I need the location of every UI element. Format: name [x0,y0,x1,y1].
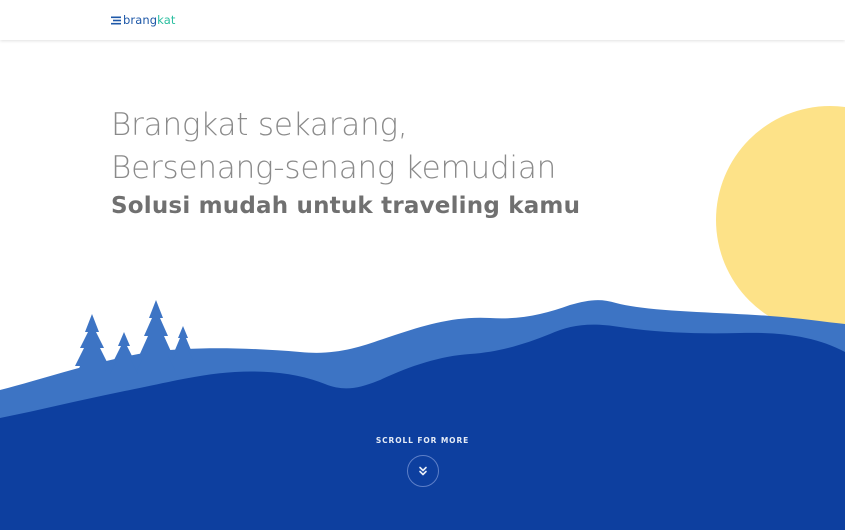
brand-wordmark-accent: kat [157,13,176,27]
menu-lines-icon [111,16,121,24]
double-chevron-down-icon [418,466,427,476]
hero-text-block: Brangkat sekarang, Bersenang-senang kemu… [111,104,580,222]
sun-shape [716,106,845,334]
pine-tree-4 [173,326,193,360]
pine-tree-2 [110,332,138,374]
brand-wordmark: brangkat [123,13,176,27]
scroll-down-button[interactable] [406,455,439,487]
brand-logo[interactable]: brangkat [111,11,176,29]
hero-headline-line1: Brangkat sekarang, [111,107,408,143]
hero-subtitle: Solusi mudah untuk traveling kamu [111,193,581,219]
top-navbar: brangkat [0,0,845,40]
pine-tree-1 [73,314,111,384]
scroll-for-more-label: SCROLL FOR MORE [375,436,470,445]
brand-wordmark-primary: brang [123,13,158,27]
pine-tree-3 [137,300,175,370]
scroll-cta: SCROLL FOR MORE [0,436,845,487]
hero-headline-line2: Bersenang-senang kemudian [111,150,557,186]
